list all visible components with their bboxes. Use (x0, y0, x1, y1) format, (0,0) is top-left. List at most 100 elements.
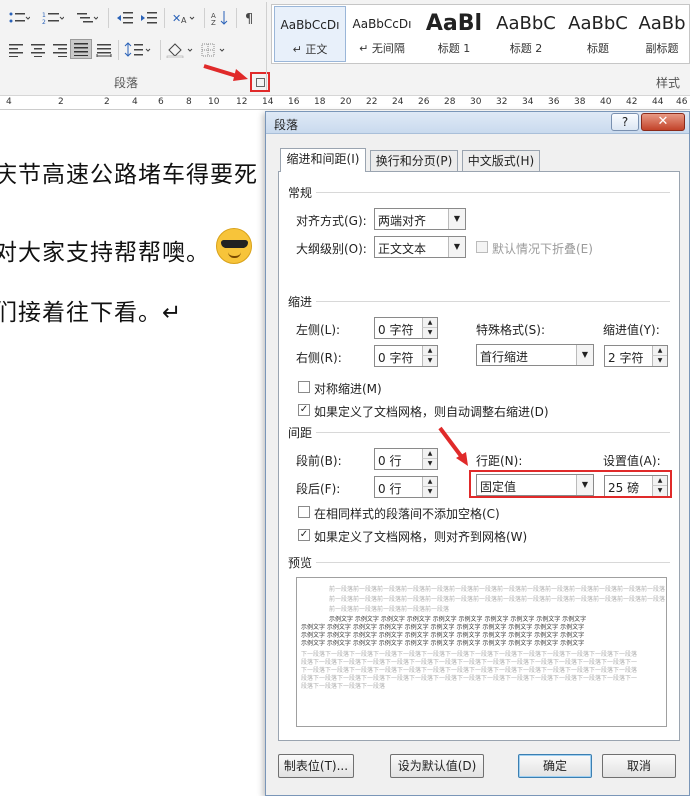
launcher-icon (256, 78, 265, 87)
svg-text:2: 2 (42, 19, 46, 25)
spin-down-icon[interactable]: ▼ (422, 356, 437, 366)
set-default-button[interactable]: 设为默认值(D) (390, 754, 484, 778)
tabs-button[interactable]: 制表位(T)... (278, 754, 354, 778)
numbering-button[interactable]: 12 (38, 8, 68, 28)
space-after-value: 0 行 (378, 482, 402, 496)
style-name: 副标题 (645, 42, 679, 55)
chevron-down-icon: ▼ (448, 237, 465, 257)
space-after-input[interactable]: 0 行 ▲ ▼ (374, 476, 438, 498)
divider (316, 562, 670, 563)
right-indent-input[interactable]: 0 字符 ▲ ▼ (374, 345, 438, 367)
no-space-same-style-label: 在相同样式的段落间不添加空格(C) (314, 507, 500, 521)
outline-level-select[interactable]: 正文文本 ▼ (374, 236, 466, 258)
alignment-select[interactable]: 两端对齐 ▼ (374, 208, 466, 230)
preview-text: 段落下一段落下一段落下一段落下一段落下一段落下一段落下一段落下一段落下一段落下一… (301, 675, 638, 682)
annotation-arrow-icon (438, 426, 468, 466)
ruler-number: 26 (418, 97, 430, 107)
justify-button[interactable] (70, 39, 92, 59)
ruler-number: 32 (496, 97, 508, 107)
spin-down-icon[interactable]: ▼ (422, 459, 437, 469)
collapse-checkbox[interactable] (476, 241, 488, 253)
ruler-number: 20 (340, 97, 352, 107)
style-no-spacing[interactable]: AaBbCcDı ↵ 无间隔 (346, 6, 418, 62)
indent-by-value: 2 字符 (608, 351, 644, 365)
divider (108, 8, 109, 28)
sort-button[interactable]: AZ (208, 8, 232, 28)
styles-group-label: 样式 (656, 76, 681, 90)
spin-down-icon[interactable]: ▼ (652, 356, 667, 366)
divider (160, 40, 161, 60)
ruler-number: 4 (132, 97, 138, 107)
spin-up-icon[interactable]: ▲ (422, 449, 437, 459)
paragraph-dialog-launcher[interactable] (250, 72, 270, 92)
ruler-number: 24 (392, 97, 404, 107)
tab-indents-spacing[interactable]: 缩进和间距(I) (280, 148, 366, 172)
style-heading-1[interactable]: AaBl 标题 1 (418, 6, 490, 62)
style-preview: AaBbC (496, 13, 556, 34)
auto-adjust-checkbox[interactable]: ✓ (298, 404, 310, 416)
preview-text: 下一段落下一段落下一段落下一段落下一段落下一段落下一段落下一段落下一段落下一段落… (301, 651, 638, 658)
multilevel-list-button[interactable] (72, 8, 102, 28)
distribute-button[interactable] (94, 40, 114, 60)
ok-button[interactable]: 确定 (518, 754, 592, 778)
spin-down-icon[interactable]: ▼ (422, 328, 437, 338)
no-space-same-style-checkbox[interactable] (298, 506, 310, 518)
document-area[interactable]: 庆节高速公路堵车得要死 对大家支持帮帮噢。 们接着往下看。↵ (0, 111, 265, 796)
spin-up-icon[interactable]: ▲ (652, 346, 667, 356)
borders-button[interactable] (198, 40, 230, 60)
style-title[interactable]: AaBbC 标题 (562, 6, 634, 62)
paragraph-group-label: 段落 (114, 76, 139, 90)
divider (266, 2, 267, 90)
spin-down-icon[interactable]: ▼ (422, 487, 437, 497)
alignment-label: 对齐方式(G): (296, 214, 367, 228)
close-button[interactable]: ✕ (641, 113, 685, 131)
borders-icon (201, 43, 225, 57)
special-indent-select[interactable]: 首行缩进 ▼ (476, 344, 594, 366)
indent-by-input[interactable]: 2 字符 ▲ ▼ (604, 345, 668, 367)
align-right-button[interactable] (50, 40, 70, 60)
style-subtitle[interactable]: AaBb 副标题 (634, 6, 690, 62)
ruler-number: 10 (208, 97, 220, 107)
style-preview: AaBbCcDı (352, 17, 412, 31)
spacing-heading: 间距 (288, 426, 313, 440)
snap-to-grid-checkbox[interactable]: ✓ (298, 529, 310, 541)
align-right-icon (53, 44, 67, 57)
decrease-indent-button[interactable] (114, 8, 136, 28)
dialog-titlebar[interactable]: 段落 ? ✕ (266, 112, 689, 134)
ruler[interactable]: 4 2 2 4 6 8 10 12 14 16 18 20 22 24 26 2… (0, 96, 690, 110)
chinese-layout-button[interactable]: ✕ A (168, 8, 198, 28)
spin-up-icon[interactable]: ▲ (422, 318, 437, 328)
align-left-button[interactable] (6, 40, 26, 60)
tab-asian-typography[interactable]: 中文版式(H) (462, 150, 540, 172)
cancel-button[interactable]: 取消 (602, 754, 676, 778)
ruler-number: 46 (676, 97, 688, 107)
document-line: 对大家支持帮帮噢。 (0, 240, 210, 266)
divider (164, 8, 165, 28)
snap-to-grid-label: 如果定义了文档网格，则对齐到网格(W) (314, 530, 528, 544)
preview-box: 前一段落前一段落前一段落前一段落前一段落前一段落前一段落前一段落前一段落前一段落… (296, 577, 667, 727)
style-name: 标题 1 (437, 42, 471, 55)
help-button[interactable]: ? (611, 113, 639, 131)
style-normal[interactable]: AaBbCcDı ↵ 正文 (274, 6, 346, 62)
bullets-button[interactable] (4, 8, 34, 28)
increase-indent-button[interactable] (138, 8, 160, 28)
chevron-down-icon: ▼ (448, 209, 465, 229)
align-center-button[interactable] (28, 40, 48, 60)
show-marks-button[interactable]: ¶ (240, 8, 262, 28)
mirror-indent-checkbox[interactable] (298, 381, 310, 393)
ruler-number: 6 (158, 97, 164, 107)
line-spacing-icon (124, 42, 151, 57)
left-indent-input[interactable]: 0 字符 ▲ ▼ (374, 317, 438, 339)
ruler-number: 14 (262, 97, 274, 107)
tab-line-page-breaks[interactable]: 换行和分页(P) (370, 150, 458, 172)
spin-up-icon[interactable]: ▲ (422, 477, 437, 487)
paragraph-dialog: 段落 ? ✕ 缩进和间距(I) 换行和分页(P) 中文版式(H) 常规 对齐方式… (265, 111, 690, 796)
shading-button[interactable] (164, 40, 196, 60)
style-gallery[interactable]: AaBbCcDı ↵ 正文 AaBbCcDı ↵ 无间隔 AaBl 标题 1 A… (271, 4, 690, 64)
style-heading-2[interactable]: AaBbC 标题 2 (490, 6, 562, 62)
spin-up-icon[interactable]: ▲ (422, 346, 437, 356)
increase-indent-icon (141, 12, 157, 24)
line-spacing-button[interactable] (122, 40, 154, 60)
space-before-input[interactable]: 0 行 ▲ ▼ (374, 448, 438, 470)
outline-label: 大纲级别(O): (296, 242, 367, 256)
